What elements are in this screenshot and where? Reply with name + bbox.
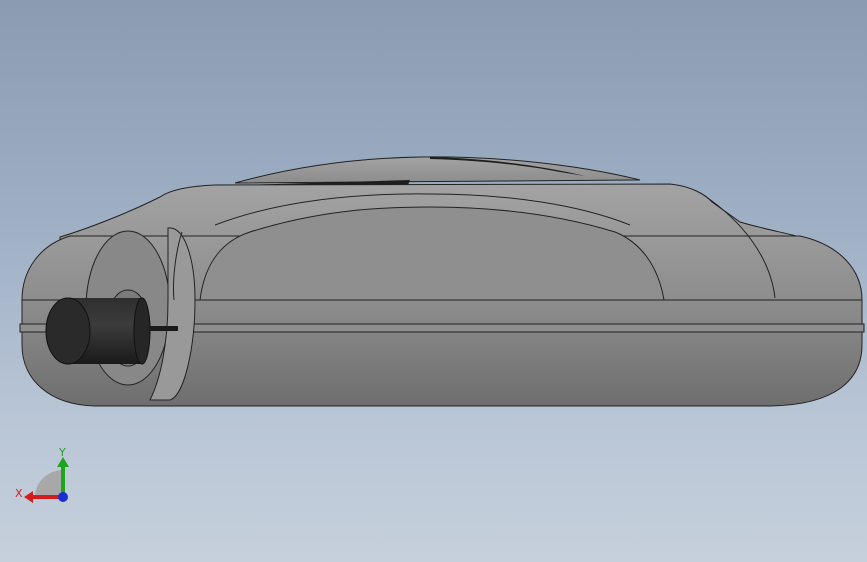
connector-end-face (45, 297, 91, 365)
triad-quarter-disc (35, 470, 63, 497)
coordinate-triad: Y X (15, 446, 69, 503)
cad-viewport[interactable]: Y X (0, 0, 867, 562)
top-dome (234, 156, 641, 184)
x-axis-arrowhead (24, 491, 33, 503)
connector-pin (150, 326, 178, 331)
y-axis-label: Y (58, 446, 66, 459)
z-axis-dot (58, 492, 68, 502)
device-model[interactable] (19, 156, 865, 407)
connector-end-right (133, 297, 151, 365)
x-axis-label: X (15, 487, 23, 500)
